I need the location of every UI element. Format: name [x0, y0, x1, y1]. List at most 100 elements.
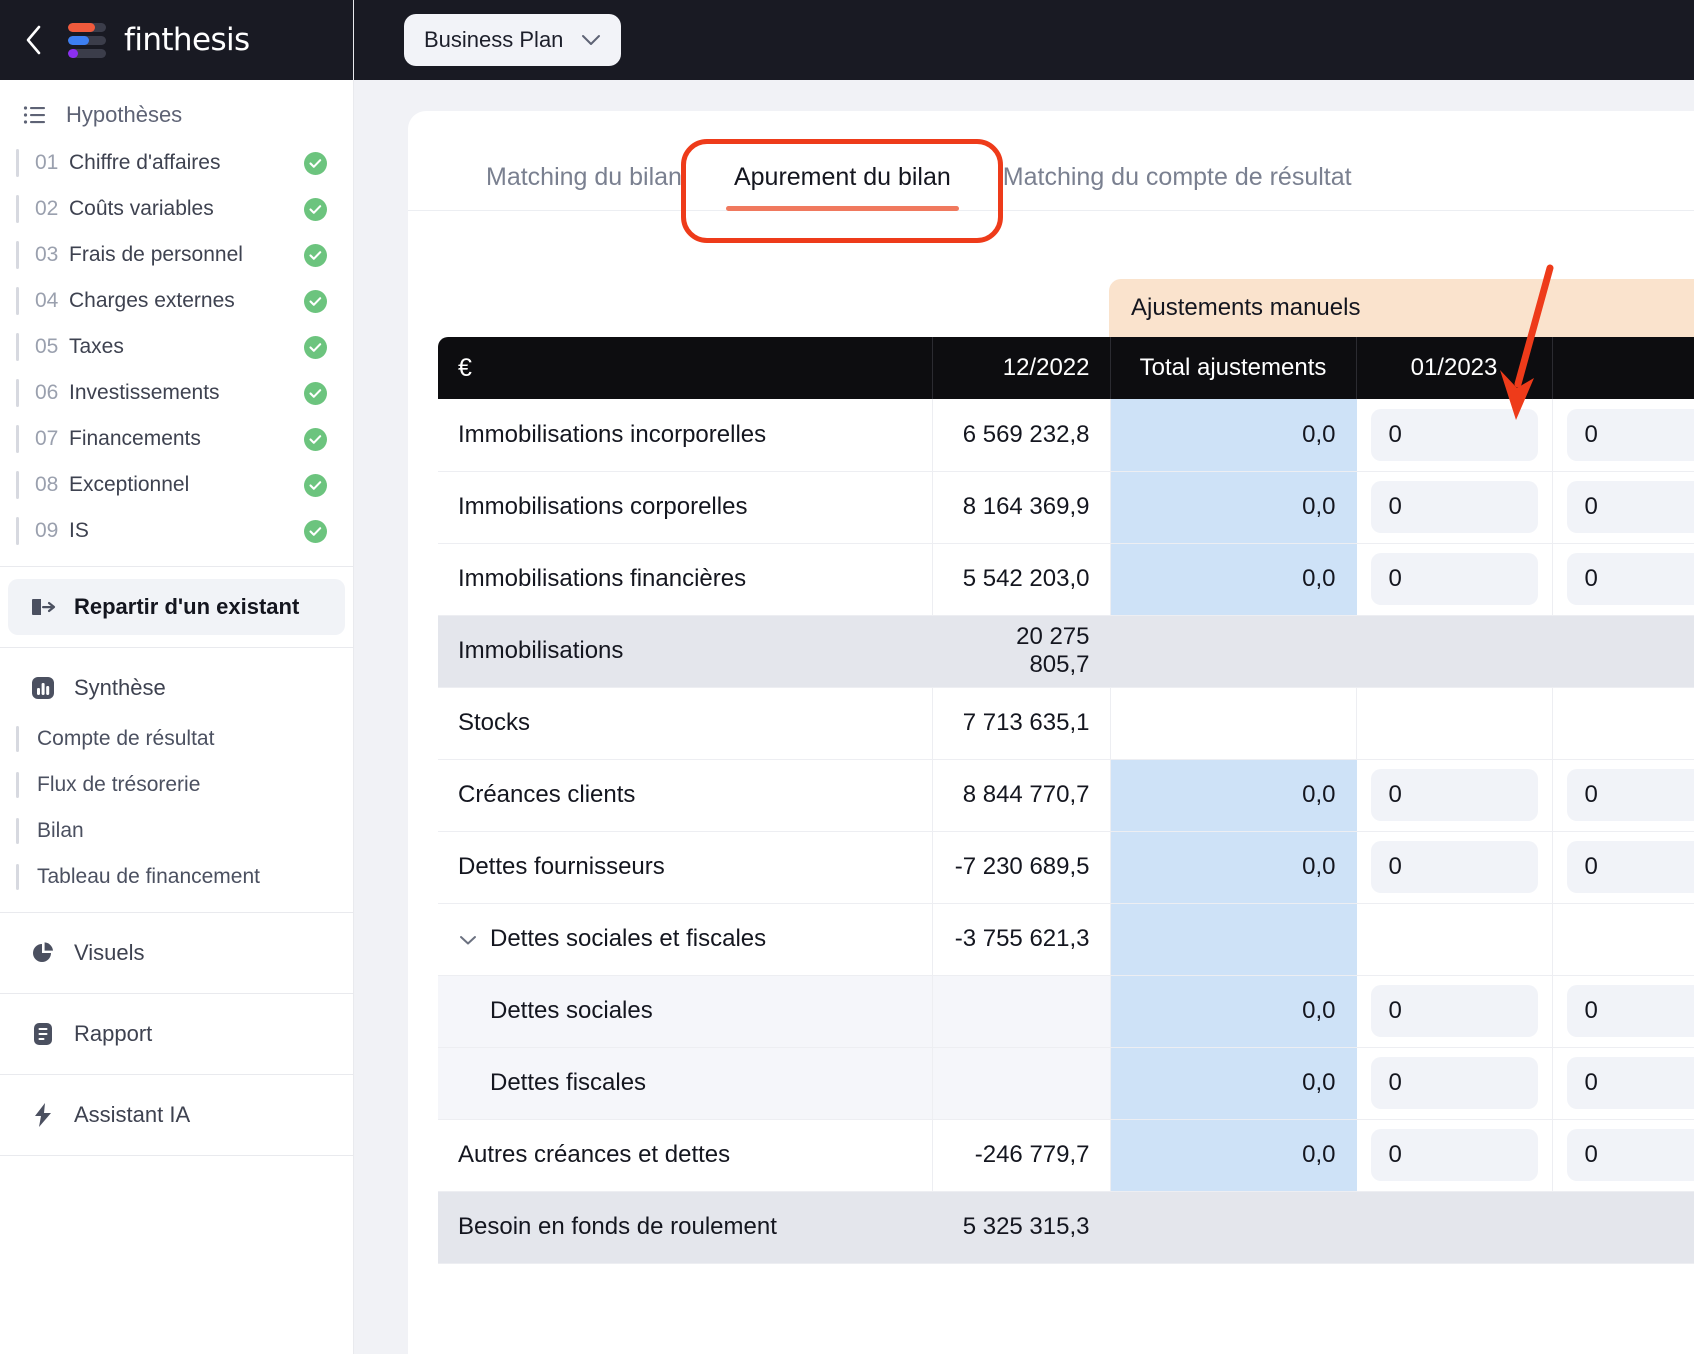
hypothesis-number: 04 [35, 289, 59, 312]
hypothesis-number: 05 [35, 335, 59, 358]
row-input-01-2023[interactable]: 0 [1370, 1129, 1538, 1181]
row-period-value: -3 755 621,3 [932, 903, 1111, 976]
tab-item[interactable]: Matching du bilan [460, 153, 708, 210]
plan-selector-label: Business Plan [424, 27, 564, 52]
item-rail [16, 149, 19, 177]
hypothesis-label: Chiffre d'affaires [69, 151, 221, 174]
divider [0, 647, 353, 648]
row-total-adjustments [1110, 615, 1357, 688]
row-input-01-2023[interactable]: 0 [1370, 481, 1538, 533]
sidebar-item-hypothesis[interactable]: 04 Charges externes [16, 278, 337, 324]
sidebar-item-label: Visuels [74, 940, 145, 965]
row-label: Dettes fiscales [490, 1069, 647, 1096]
sidebar-item-label: Synthèse [74, 675, 166, 700]
col-header-month-next[interactable] [1552, 337, 1694, 399]
sidebar-item-hypothesis[interactable]: 06 Investissements [16, 370, 337, 416]
divider [0, 566, 353, 567]
sidebar-item-assistant-ia[interactable]: Assistant IA [8, 1087, 345, 1143]
sidebar-item-synthese[interactable]: Synthèse [8, 660, 345, 716]
row-input-next-month[interactable]: 0 [1566, 481, 1694, 533]
sidebar-nav: Hypothèses 01 Chiffre d'affaires 02 Coûts v… [0, 80, 353, 1354]
check-circle-icon [304, 427, 327, 451]
col-header-label[interactable]: € [438, 337, 933, 399]
col-header-period[interactable]: 12/2022 [932, 337, 1111, 399]
row-input-01-2023[interactable]: 0 [1370, 408, 1538, 461]
sidebar-subitem-label: Tableau de financement [37, 865, 260, 888]
back-button[interactable] [16, 23, 50, 57]
check-circle-icon [304, 473, 327, 497]
row-label-cell: Stocks [438, 687, 933, 760]
tab-item[interactable]: Matching du compte de résultat [977, 153, 1378, 210]
row-total-adjustments [1110, 687, 1357, 760]
row-input-next-month[interactable]: 0 [1566, 408, 1694, 461]
row-input-01-2023-cell [1356, 1191, 1553, 1264]
row-input-01-2023[interactable]: 0 [1370, 841, 1538, 893]
row-period-value [932, 1047, 1111, 1120]
row-input-next-month[interactable]: 0 [1566, 841, 1694, 893]
row-input-next-month[interactable]: 0 [1566, 553, 1694, 605]
row-input-next-month[interactable]: 0 [1566, 769, 1694, 821]
sidebar-item-visuels[interactable]: Visuels [8, 925, 345, 981]
item-rail [16, 726, 19, 752]
row-label-cell: Dettes fournisseurs [438, 831, 933, 904]
sidebar-subitem-synthese[interactable]: Bilan [16, 808, 337, 854]
row-input-01-2023[interactable]: 0 [1370, 985, 1538, 1037]
sidebar-item-hypothesis[interactable]: 09 IS [16, 508, 337, 554]
tab-item[interactable]: Apurement du bilan [708, 153, 977, 211]
sidebar-subitem-synthese[interactable]: Flux de trésorerie [16, 762, 337, 808]
row-input-next-month[interactable]: 0 [1566, 1129, 1694, 1181]
sidebar-item-hypothesis[interactable]: 02 Coûts variables [16, 186, 337, 232]
row-input-01-2023[interactable]: 0 [1370, 1057, 1538, 1109]
plan-selector[interactable]: Business Plan [404, 14, 622, 66]
row-input-next-month-cell: 0 [1552, 1047, 1694, 1120]
sidebar-item-hypothesis[interactable]: 08 Exceptionnel [16, 462, 337, 508]
check-circle-icon [304, 243, 327, 267]
row-period-value: 5 325 315,3 [932, 1191, 1111, 1264]
row-input-next-month-cell: 0 [1552, 543, 1694, 616]
sidebar-section-hypotheses[interactable]: Hypothèses [0, 80, 353, 140]
sidebar-item-rapport[interactable]: Rapport [8, 1006, 345, 1062]
hypothesis-number: 08 [35, 473, 59, 496]
tab-bar: Matching du bilan Apurement du bilan Match… [408, 111, 1694, 211]
row-period-value: 7 713 635,1 [932, 687, 1111, 760]
hypothesis-label: IS [69, 519, 89, 542]
row-input-01-2023[interactable]: 0 [1370, 769, 1538, 821]
sidebar-subitem-label: Bilan [37, 819, 84, 842]
item-rail [16, 195, 19, 223]
row-input-next-month-cell: 0 [1552, 471, 1694, 544]
col-header-total-adjustments[interactable]: Total ajustements [1110, 337, 1357, 399]
item-rail [16, 818, 19, 844]
sidebar-item-hypothesis[interactable]: 07 Financements [16, 416, 337, 462]
item-rail [16, 333, 19, 361]
divider [0, 1074, 353, 1075]
sidebar-item-hypothesis[interactable]: 05 Taxes [16, 324, 337, 370]
row-input-01-2023[interactable]: 0 [1370, 553, 1538, 605]
table-body: Immobilisations incorporelles 6 569 232,8… [438, 399, 1694, 1264]
chevron-down-icon[interactable] [458, 925, 478, 953]
sidebar-section-label: Hypothèses [66, 102, 183, 127]
row-total-adjustments [1110, 903, 1357, 976]
sidebar-item-hypothesis[interactable]: 03 Frais de personnel [16, 232, 337, 278]
export-arrow-icon [30, 594, 56, 620]
hypothesis-label: Taxes [69, 335, 124, 358]
document-icon [30, 1021, 56, 1047]
col-header-month-01-2023[interactable]: 01/2023 [1356, 337, 1553, 399]
row-input-next-month[interactable]: 0 [1566, 985, 1694, 1037]
row-input-next-month[interactable]: 0 [1566, 1057, 1694, 1109]
sidebar-subitem-synthese[interactable]: Tableau de financement [16, 854, 337, 900]
sidebar-item-label: Assistant IA [74, 1102, 191, 1127]
row-label: Dettes sociales et fiscales [490, 924, 767, 952]
sidebar-subitem-synthese[interactable]: Compte de résultat [16, 716, 337, 762]
row-input-next-month-cell [1552, 615, 1694, 688]
pie-chart-icon [30, 940, 56, 966]
item-rail [16, 241, 19, 269]
sidebar-item-hypothesis[interactable]: 01 Chiffre d'affaires [16, 140, 337, 186]
row-label: Immobilisations [458, 637, 624, 664]
row-label-cell: Dettes fiscales [438, 1047, 933, 1120]
row-total-adjustments: 0,0 [1110, 1047, 1357, 1120]
row-period-value: -246 779,7 [932, 1119, 1111, 1192]
sidebar-item-repartir[interactable]: Repartir d'un existant [8, 579, 345, 635]
sidebar-item-label: Rapport [74, 1021, 153, 1046]
chevron-down-icon [582, 35, 601, 45]
divider [0, 993, 353, 994]
